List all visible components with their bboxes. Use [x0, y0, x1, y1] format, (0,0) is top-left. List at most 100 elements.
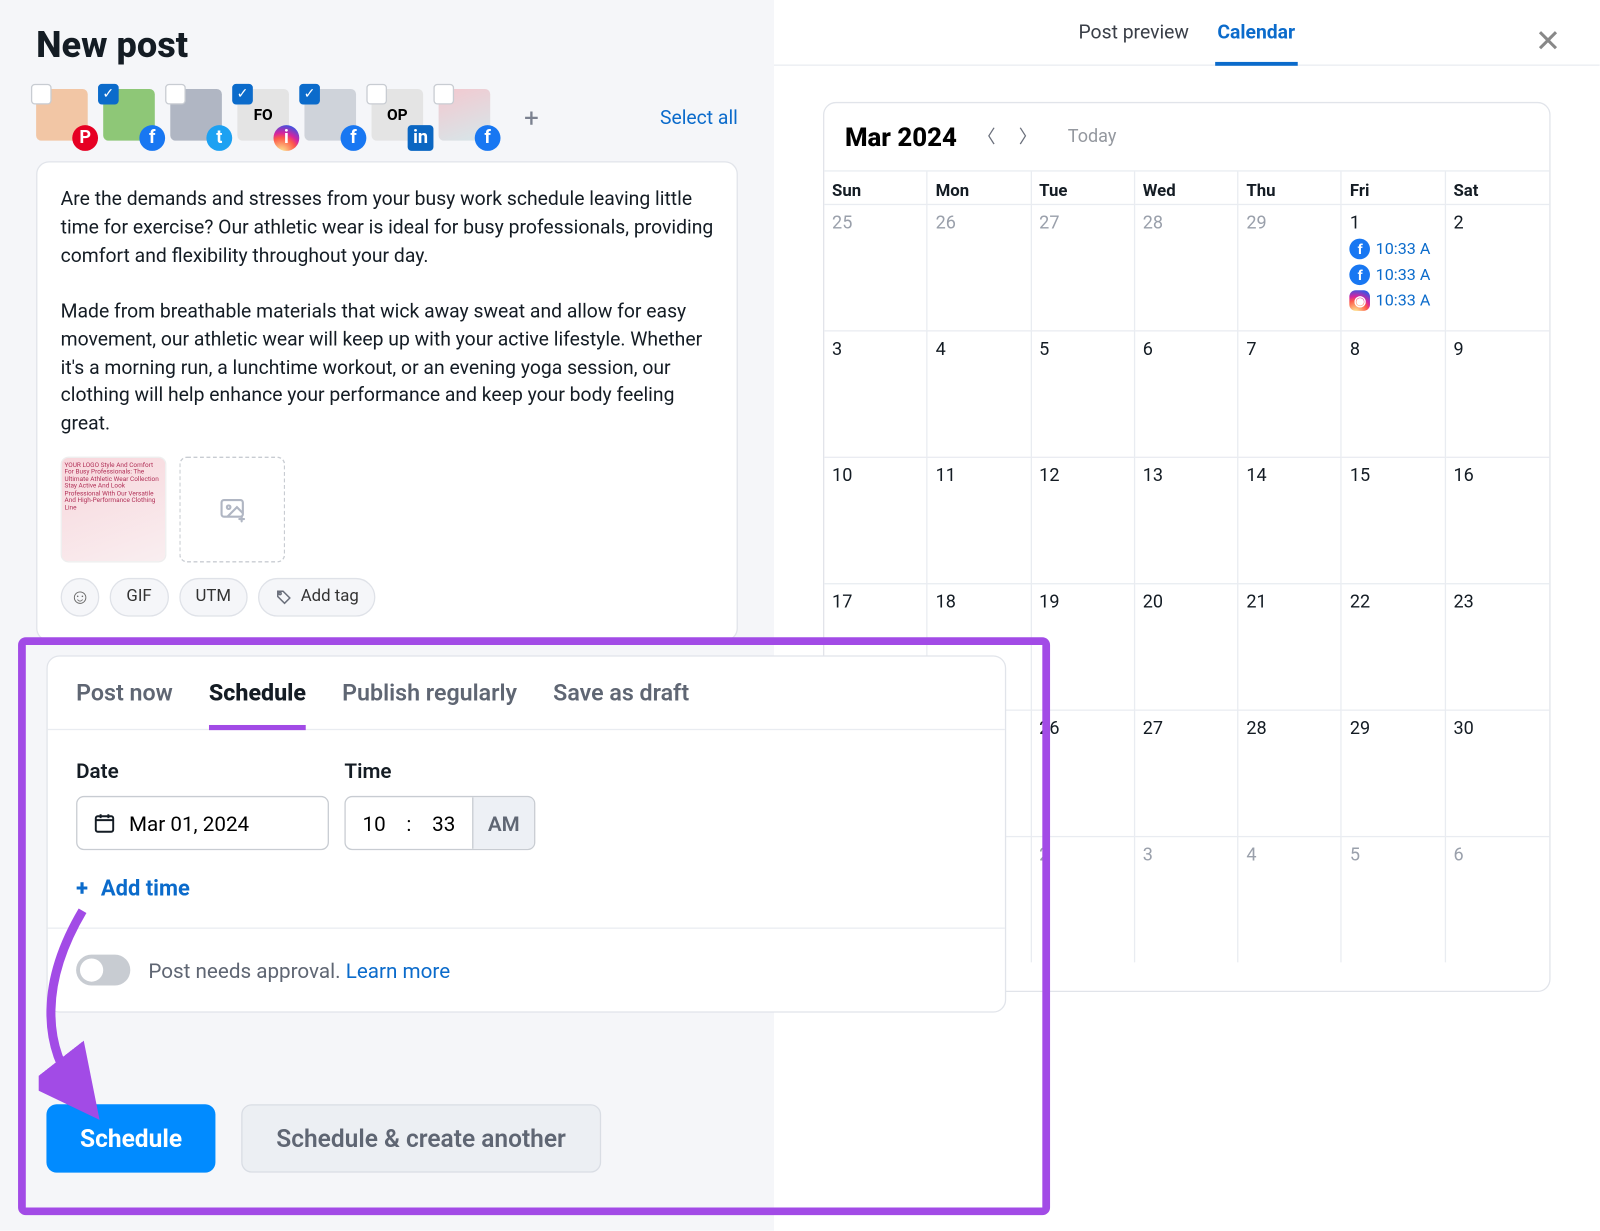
calendar-day[interactable]: 13 [1135, 457, 1239, 583]
profile-checkbox[interactable]: ✓ [98, 84, 119, 105]
calendar-day[interactable]: 2 [1446, 204, 1550, 330]
profile-avatar[interactable]: P [36, 89, 93, 146]
calendar-day[interactable]: 29 [1239, 204, 1343, 330]
calendar-day[interactable]: 3 [1135, 836, 1239, 962]
tab-schedule[interactable]: Schedule [209, 680, 306, 730]
calendar-day[interactable]: 5 [1342, 836, 1446, 962]
profile-avatar[interactable]: FO✓i [237, 89, 294, 146]
hour-value[interactable]: 10 [346, 797, 403, 849]
calendar-day[interactable]: 14 [1239, 457, 1343, 583]
calendar-day[interactable]: 28 [1239, 710, 1343, 836]
time-input[interactable]: 10 : 33 AM [344, 796, 535, 850]
pin-icon: P [72, 125, 98, 151]
calendar-day[interactable]: 6 [1135, 330, 1239, 456]
event-time: 10:33 A [1376, 291, 1431, 310]
profile-checkbox[interactable] [31, 84, 52, 105]
date-input[interactable]: Mar 01, 2024 [76, 796, 329, 850]
calendar-day[interactable]: 4 [1239, 836, 1343, 962]
tab-calendar[interactable]: Calendar [1215, 21, 1298, 66]
day-number: 2 [1453, 213, 1541, 234]
calendar-day[interactable]: 21 [1239, 583, 1343, 709]
attached-image-thumb[interactable]: YOUR LOGO Style And Comfort For Busy Pro… [61, 456, 167, 562]
today-button[interactable]: Today [1068, 126, 1117, 147]
fb-icon: f [1350, 239, 1371, 260]
ampm-toggle[interactable]: AM [472, 797, 534, 849]
utm-button[interactable]: UTM [179, 578, 248, 617]
profile-avatar[interactable]: ✓f [103, 89, 160, 146]
tab-post-preview[interactable]: Post preview [1076, 21, 1192, 65]
approval-row: Post needs approval. Learn more [48, 928, 1005, 1012]
calendar-day[interactable]: 9 [1446, 330, 1550, 456]
calendar-day[interactable]: 25 [824, 204, 928, 330]
day-number: 26 [936, 213, 1023, 234]
plus-icon: + [76, 876, 88, 902]
tab-post-now[interactable]: Post now [76, 680, 173, 729]
add-time-button[interactable]: + Add time [48, 860, 1005, 927]
dow-header: Wed [1135, 172, 1239, 204]
calendar-event[interactable]: f10:33 A [1350, 239, 1437, 260]
gif-button[interactable]: GIF [110, 578, 169, 617]
calendar-day[interactable]: 11 [928, 457, 1032, 583]
profile-avatar[interactable]: t [170, 89, 227, 146]
close-icon[interactable]: ✕ [1535, 23, 1561, 59]
calendar-day[interactable]: 15 [1342, 457, 1446, 583]
schedule-create-another-button[interactable]: Schedule & create another [241, 1104, 600, 1172]
calendar-day[interactable]: 3 [824, 330, 928, 456]
calendar-day[interactable]: 30 [1446, 710, 1550, 836]
day-number: 20 [1143, 592, 1230, 613]
calendar-day[interactable]: 5 [1031, 330, 1135, 456]
tab-save-as-draft[interactable]: Save as draft [553, 680, 689, 729]
add-tag-button[interactable]: Add tag [258, 578, 375, 617]
day-number: 3 [1143, 845, 1230, 866]
schedule-button[interactable]: Schedule [46, 1104, 215, 1172]
profile-avatar[interactable]: ✓f [304, 89, 361, 146]
profile-avatar[interactable]: OPin [372, 89, 429, 146]
calendar-day[interactable]: 16 [1446, 457, 1550, 583]
compose-toolbar: ☺ GIF UTM Add tag [61, 578, 714, 617]
profile-checkbox[interactable] [433, 84, 454, 105]
emoji-icon[interactable]: ☺ [61, 578, 100, 617]
minute-value[interactable]: 33 [415, 797, 472, 849]
add-media-button[interactable] [179, 456, 285, 562]
post-text[interactable]: Are the demands and stresses from your b… [61, 186, 714, 439]
profile-avatar[interactable]: f [439, 89, 496, 146]
calendar-day[interactable]: 29 [1342, 710, 1446, 836]
calendar-day[interactable]: 26 [1031, 710, 1135, 836]
profile-checkbox[interactable]: ✓ [232, 84, 253, 105]
learn-more-link[interactable]: Learn more [346, 958, 450, 983]
calendar-day[interactable]: 8 [1342, 330, 1446, 456]
calendar-day[interactable]: 20 [1135, 583, 1239, 709]
calendar-day[interactable]: 2 [1031, 836, 1135, 962]
add-profile-button[interactable]: + [506, 92, 558, 144]
profile-checkbox[interactable] [165, 84, 186, 105]
action-row: Schedule Schedule & create another [46, 1104, 600, 1172]
calendar-day[interactable]: 27 [1135, 710, 1239, 836]
approval-toggle[interactable] [76, 955, 130, 986]
dow-header: Sun [824, 172, 928, 204]
calendar-event[interactable]: ◉10:33 A [1350, 290, 1437, 311]
calendar-day[interactable]: 4 [928, 330, 1032, 456]
calendar-day[interactable]: 7 [1239, 330, 1343, 456]
day-number: 25 [832, 213, 919, 234]
calendar-day[interactable]: 1f10:33 Af10:33 A◉10:33 A [1342, 204, 1446, 330]
calendar-day[interactable]: 19 [1031, 583, 1135, 709]
calendar-day[interactable]: 23 [1446, 583, 1550, 709]
calendar-day[interactable]: 6 [1446, 836, 1550, 962]
calendar-day[interactable]: 27 [1031, 204, 1135, 330]
calendar-day[interactable]: 26 [928, 204, 1032, 330]
day-number: 6 [1143, 339, 1230, 360]
calendar-day[interactable]: 22 [1342, 583, 1446, 709]
add-tag-label: Add tag [301, 587, 359, 606]
calendar-event[interactable]: f10:33 A [1350, 264, 1437, 285]
calendar-day[interactable]: 12 [1031, 457, 1135, 583]
prev-month-icon[interactable]: 〈 [975, 124, 998, 150]
calendar-day[interactable]: 10 [824, 457, 928, 583]
datetime-row: Date Mar 01, 2024 Time 10 : 33 AM [48, 730, 1005, 860]
tab-publish-regularly[interactable]: Publish regularly [342, 680, 517, 729]
day-number: 18 [936, 592, 1023, 613]
next-month-icon[interactable]: 〉 [1016, 124, 1039, 150]
calendar-day[interactable]: 28 [1135, 204, 1239, 330]
profile-checkbox[interactable] [366, 84, 387, 105]
select-all-link[interactable]: Select all [660, 106, 738, 129]
profile-checkbox[interactable]: ✓ [299, 84, 320, 105]
